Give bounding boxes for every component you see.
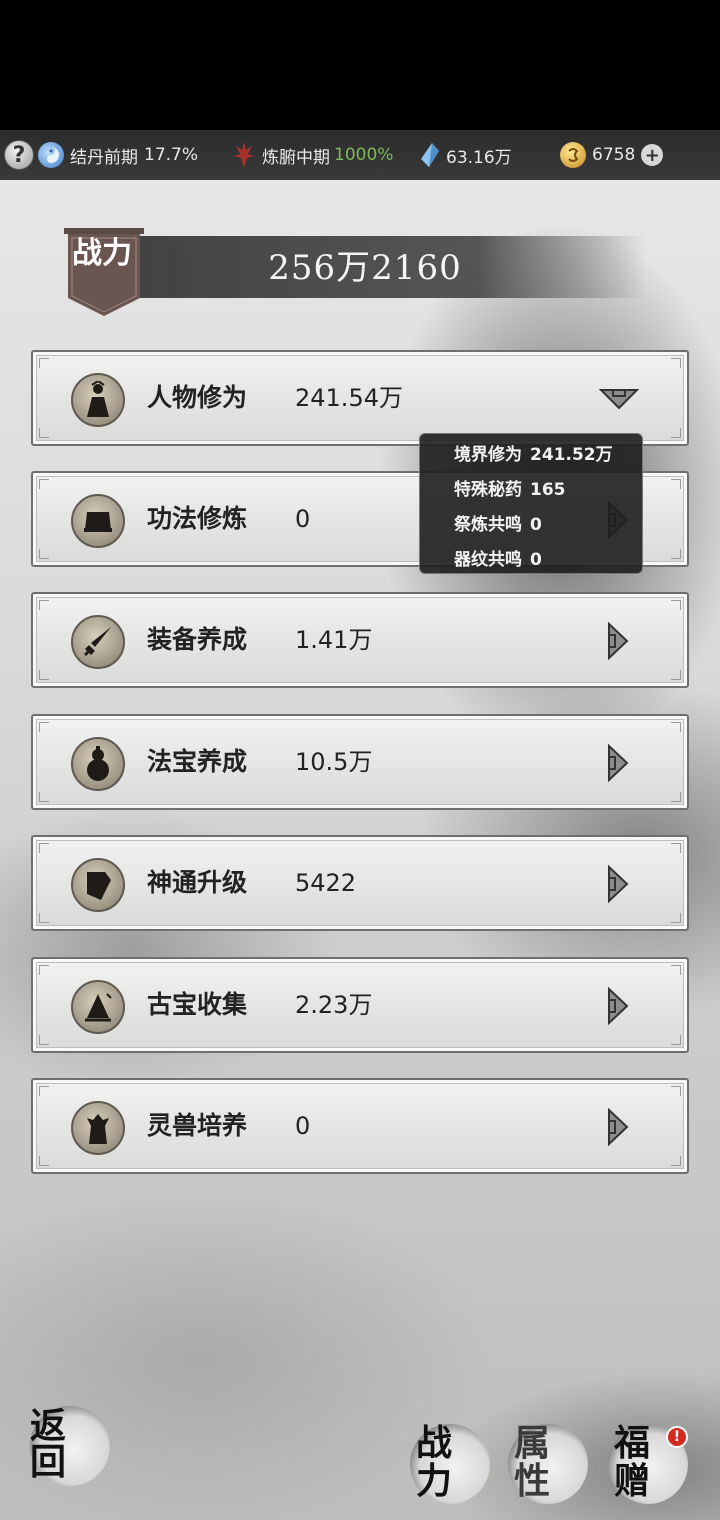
realm-name: 结丹前期 [70,147,138,168]
tooltip-value: 0 [530,515,542,535]
help-button[interactable]: ? [4,140,34,170]
body-refine-icon [232,140,256,170]
crystal-icon [420,142,440,168]
row-ancient-treasure[interactable]: 古宝收集 2.23万 [31,957,689,1053]
realm-stat[interactable]: 结丹前期 17.7% [38,130,198,180]
spirit-stone-stat[interactable]: 63.16万 [420,130,512,180]
tooltip-line: 特殊秘药 165 [454,473,642,508]
gold-coin-icon [560,142,586,168]
realm-progress: 17.7% [144,145,199,165]
back-label: 返回 [30,1405,67,1483]
tooltip-label: 特殊秘药 [454,480,522,500]
bell-icon [71,980,125,1034]
tooltip-label: 祭炼共鸣 [454,515,522,535]
row-treasure[interactable]: 法宝养成 10.5万 [31,714,689,810]
sword-icon [71,615,125,669]
chevron-right-icon[interactable] [605,622,631,660]
row-value: 10.5万 [295,748,373,776]
row-equipment[interactable]: 装备养成 1.41万 [31,592,689,688]
row-label: 灵兽培养 [147,1111,248,1140]
tooltip-line: 器纹共鸣 0 [454,543,642,578]
tooltip-line: 祭炼共鸣 0 [454,508,642,543]
row-value: 5422 [295,869,357,897]
total-power-value: 256万2160 [268,248,462,288]
tab-attributes-label: 属性 [514,1422,551,1502]
row-character-cultivation[interactable]: 人物修为 241.54万 [31,350,689,446]
chevron-down-icon[interactable] [599,386,639,410]
row-label: 人物修为 [147,383,248,412]
row-label: 法宝养成 [147,747,248,776]
row-label: 神通升级 [147,868,248,897]
cultivation-breakdown-tooltip: 境界修为 241.52万 特殊秘药 165 祭炼共鸣 0 器纹共鸣 0 [419,433,643,574]
gourd-icon [71,737,125,791]
tooltip-label: 境界修为 [454,445,522,465]
power-badge-label: 战力 [72,236,132,271]
chevron-right-icon[interactable] [605,1108,631,1146]
row-supernatural-power[interactable]: 神通升级 5422 [31,835,689,931]
ink-wash-background [0,130,720,1520]
spirit-stone-count: 63.16万 [446,147,512,168]
talisman-icon [71,858,125,912]
chevron-right-icon[interactable] [605,987,631,1025]
add-gold-button[interactable]: + [641,144,664,166]
gold-stat[interactable]: 6758 + [560,130,664,180]
chevron-right-icon[interactable] [605,865,631,903]
gold-count: 6758 [592,145,636,165]
row-value: 241.54万 [295,384,403,412]
tab-power-label: 战力 [416,1422,453,1502]
body-realm-stat[interactable]: 炼腑中期 1000% [232,130,393,180]
scroll-icon [71,494,125,548]
chevron-right-icon[interactable] [605,744,631,782]
tooltip-line: 境界修为 241.52万 [454,438,642,473]
tooltip-label: 器纹共鸣 [454,550,522,570]
body-realm-name: 炼腑中期 [262,147,330,168]
row-value: 0 [295,505,311,533]
figure-icon [71,373,125,427]
yin-yang-icon [38,142,64,168]
row-label: 古宝收集 [147,990,248,1019]
body-realm-progress: 1000% [334,145,394,165]
row-label: 装备养成 [147,625,248,654]
status-bar: ? 结丹前期 17.7% 炼腑中期 1000% 63.16万 6758 + [0,130,720,180]
row-value: 0 [295,1112,311,1140]
alert-badge: ! [666,1426,688,1448]
tooltip-value: 0 [530,550,542,570]
row-spirit-beast[interactable]: 灵兽培养 0 [31,1078,689,1174]
beast-icon [71,1101,125,1155]
row-label: 功法修炼 [147,504,248,533]
tooltip-value: 241.52万 [530,445,613,465]
tooltip-value: 165 [530,480,566,500]
row-value: 1.41万 [295,626,373,654]
row-value: 2.23万 [295,991,373,1019]
